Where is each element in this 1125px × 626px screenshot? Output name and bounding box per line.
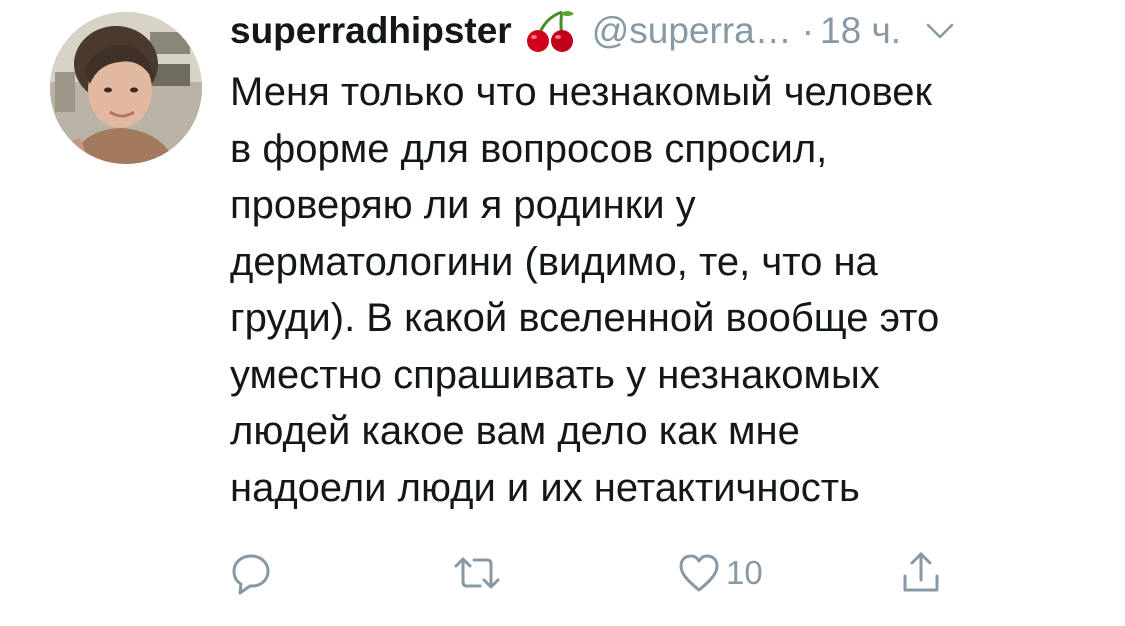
tweet-text-line: людей какое вам дело как мне	[230, 409, 800, 453]
tweet-text-line: дерматологини (видимо, те, что на	[230, 239, 878, 284]
tweet-header: superradhipster @superra… · 18 ч.	[230, 8, 955, 54]
tweet-text-line: в форме для вопросов спросил,	[230, 126, 828, 171]
display-name[interactable]: superradhipster	[230, 10, 512, 52]
cherries-emoji	[524, 8, 578, 54]
reply-icon	[228, 550, 274, 596]
tweet-actions: 10	[0, 548, 1125, 598]
avatar[interactable]	[50, 12, 202, 164]
tweet-text-line: Меня только что незнакомый человек	[230, 70, 933, 114]
tweet-text-line: груди). В какой вселенной вообще это	[230, 296, 940, 340]
retweet-button[interactable]	[450, 548, 504, 598]
chevron-down-icon[interactable]	[925, 21, 955, 41]
share-button[interactable]	[898, 548, 944, 598]
tweet-timestamp[interactable]: 18 ч.	[820, 10, 901, 52]
tweet[interactable]: superradhipster @superra… · 18 ч. Меня т…	[0, 0, 1125, 626]
retweet-icon	[450, 550, 504, 596]
like-button[interactable]: 10	[676, 548, 763, 598]
avatar-photo	[50, 12, 202, 164]
share-icon	[898, 550, 944, 596]
tweet-text-line: уместно спрашивать у незнакомых	[230, 352, 880, 397]
tweet-text-line: надоели люди и их нетактичность	[230, 465, 860, 510]
like-count: 10	[726, 554, 763, 591]
user-handle[interactable]: @superra…	[592, 10, 792, 52]
tweet-text: Меня только что незнакомый человек в фор…	[230, 64, 1100, 516]
heart-icon	[676, 550, 722, 596]
reply-button[interactable]	[228, 548, 274, 598]
tweet-text-line: проверяю ли я родинки у	[230, 183, 696, 227]
separator-dot: ·	[801, 10, 815, 51]
